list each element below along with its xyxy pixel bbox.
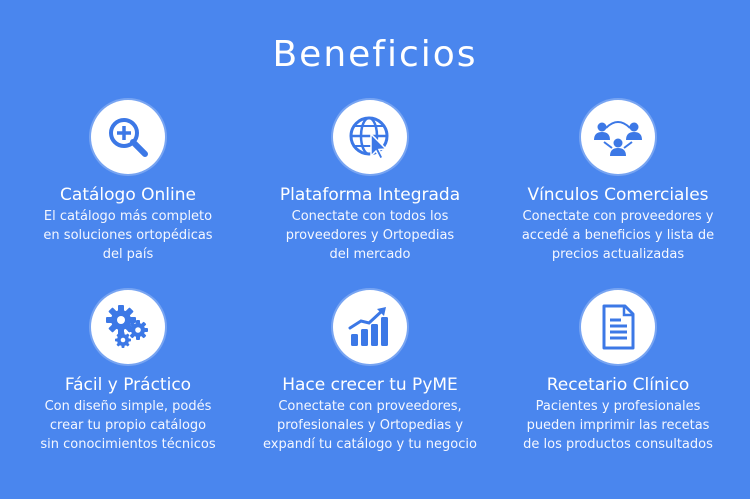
- card-title: Recetario Clínico: [546, 375, 690, 395]
- gears-icon: [91, 290, 165, 364]
- card-title: Plataforma Integrada: [279, 185, 461, 205]
- card-description: Con diseño simple, podés crear tu propio…: [40, 399, 216, 452]
- benefit-card-recetario: Recetario Clínico Pacientes y profesiona…: [493, 290, 743, 454]
- card-title: Catálogo Online: [60, 185, 196, 205]
- globe-cursor-icon: [333, 100, 407, 174]
- benefit-card-pyme: Hace crecer tu PyME Conectate con provee…: [245, 290, 495, 454]
- benefit-card-plataforma: Plataforma Integrada Conectate con todos…: [245, 100, 495, 264]
- card-description: Conectate con todos los proveedores y Or…: [285, 209, 455, 262]
- card-title: Hace crecer tu PyME: [282, 375, 458, 395]
- document-icon: [581, 290, 655, 364]
- card-description: Conectate con proveedores, profesionales…: [263, 399, 477, 452]
- people-network-icon: [581, 100, 655, 174]
- benefit-card-catalogo: Catálogo Online El catálogo más completo…: [3, 100, 253, 264]
- benefit-card-facil: Fácil y Práctico Con diseño simple, podé…: [3, 290, 253, 454]
- card-description: El catálogo más completo en soluciones o…: [43, 209, 213, 262]
- card-description: Conectate con proveedores y accedé a ben…: [521, 209, 715, 262]
- card-title: Fácil y Práctico: [64, 375, 192, 395]
- magnifier-plus-icon: [91, 100, 165, 174]
- benefit-card-vinculos: Vínculos Comerciales Conectate con prove…: [493, 100, 743, 264]
- card-description: Pacientes y profesionales pueden imprimi…: [523, 399, 713, 452]
- card-title: Vínculos Comerciales: [527, 185, 709, 205]
- growth-chart-icon: [333, 290, 407, 364]
- page-title: Beneficios: [272, 34, 478, 75]
